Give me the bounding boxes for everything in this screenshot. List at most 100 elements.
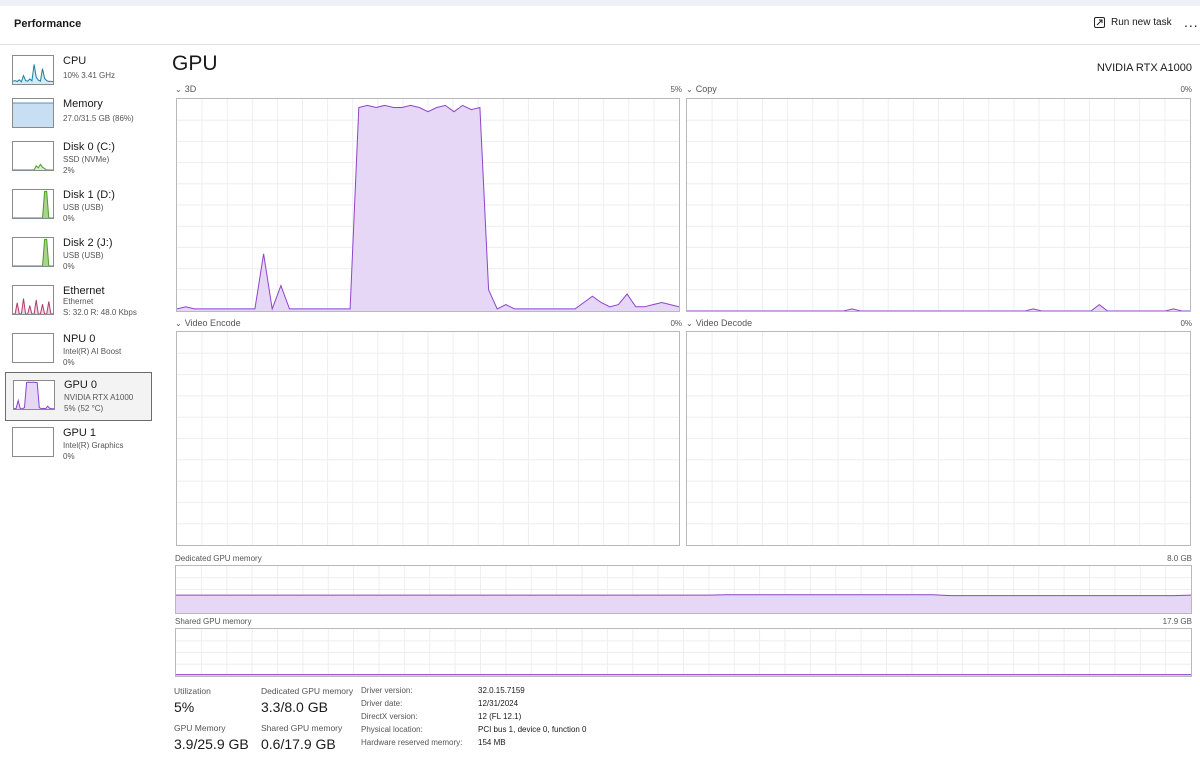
physical-location-label: Physical location:: [361, 725, 423, 734]
engine-video-decode-label: Video Decode: [695, 318, 753, 328]
sidebar-item-title: Disk 0 (C:): [63, 141, 115, 153]
engine-copy-label: Copy: [695, 84, 717, 94]
engine-copy-selector[interactable]: ⌄ Copy: [686, 84, 717, 94]
sidebar-item-detail: 27.0/31.5 GB (86%): [63, 114, 134, 123]
sidebar-item-gpu-1[interactable]: GPU 1 Intel(R) Graphics 0%: [5, 423, 152, 469]
engine-copy-value: 0%: [1180, 85, 1192, 94]
memory-usage-fill: [13, 103, 53, 127]
dedicated-memory-graph: [175, 565, 1192, 614]
sidebar-item-usage: S: 32.0 R: 48.0 Kbps: [63, 308, 137, 317]
shared-gpu-memory-label: Shared GPU memory: [261, 723, 343, 733]
engine-3d-selector[interactable]: ⌄ 3D: [175, 84, 196, 94]
header-bar: Performance Run new task ...: [0, 6, 1200, 45]
sidebar-item-detail: USB (USB): [63, 251, 104, 260]
shared-memory-graph: [175, 628, 1192, 677]
gpu0-thumbnail-graph: [13, 380, 55, 410]
directx-version-label: DirectX version:: [361, 712, 418, 721]
run-task-icon: [1094, 17, 1105, 28]
npu-thumbnail-graph: [12, 333, 54, 363]
gpu-heading: GPU: [172, 52, 218, 75]
sidebar-item-detail: Intel(R) AI Boost: [63, 347, 122, 356]
ethernet-thumbnail-graph: [12, 285, 54, 315]
th-eth-series-line: [13, 298, 53, 314]
engine-3d-graph: [176, 98, 680, 312]
cpu-thumbnail-graph: [12, 55, 54, 85]
shared-gpu-memory-value: 0.6/17.9 GB: [261, 736, 336, 752]
gpu1-thumbnail-graph: [12, 427, 54, 457]
shared-memory-max: 17.9 GB: [1162, 617, 1192, 626]
sidebar-item-detail: Ethernet: [63, 297, 94, 306]
sidebar-item-usage: 0%: [63, 452, 75, 461]
grid-lines: [176, 629, 1191, 676]
sidebar-item-title: NPU 0: [63, 333, 96, 345]
grid-lines: [687, 332, 1190, 545]
sidebar-item-usage: 0%: [63, 214, 75, 223]
page-title: Performance: [14, 18, 82, 30]
sidebar-item-usage: 2%: [63, 166, 75, 175]
sidebar-item-detail: 10% 3.41 GHz: [63, 71, 116, 80]
sidebar-item-title: Memory: [63, 98, 103, 110]
gpu-model-name: NVIDIA RTX A1000: [1096, 62, 1192, 74]
sidebar-item-detail: USB (USB): [63, 203, 104, 212]
grid-lines: [687, 99, 1190, 311]
hardware-reserved-memory-label: Hardware reserved memory:: [361, 738, 463, 747]
utilization-label: Utilization: [174, 686, 211, 696]
sidebar-item-title: CPU: [63, 55, 87, 67]
sidebar-item-disk-2[interactable]: Disk 2 (J:) USB (USB) 0%: [5, 231, 152, 277]
sidebar-item-usage: 5% (52 °C): [64, 404, 104, 413]
engine-video-encode-selector[interactable]: ⌄ Video Encode: [175, 318, 241, 328]
sidebar-item-memory[interactable]: Memory 27.0/31.5 GB (86%): [5, 92, 152, 138]
gpu-memory-value: 3.9/25.9 GB: [174, 736, 249, 752]
chevron-down-icon: ⌄: [686, 85, 693, 94]
sidebar-item-usage: 0%: [63, 358, 75, 367]
sidebar-item-title: Ethernet: [63, 285, 105, 297]
engine-3d-value: 5%: [670, 85, 682, 94]
dedicated-memory-graph-label: Dedicated GPU memory: [175, 554, 262, 563]
sidebar-item-cpu[interactable]: CPU 10% 3.41 GHz: [5, 49, 152, 95]
dedicated-gpu-memory-label: Dedicated GPU memory: [261, 686, 354, 696]
th-disk0-series-line: [13, 163, 53, 170]
sidebar-item-usage: 0%: [63, 262, 75, 271]
sidebar-item-npu-0[interactable]: NPU 0 Intel(R) AI Boost 0%: [5, 327, 152, 373]
sidebar-item-gpu-0[interactable]: GPU 0 NVIDIA RTX A1000 5% (52 °C): [5, 372, 152, 421]
physical-location-value: PCI bus 1, device 0, function 0: [478, 725, 587, 734]
hardware-reserved-memory-value: 154 MB: [478, 738, 506, 747]
engine-copy-graph: [686, 98, 1191, 312]
chevron-down-icon: ⌄: [686, 319, 693, 328]
th-gpu0-series-area: [14, 382, 54, 409]
driver-date-value: 12/31/2024: [478, 699, 519, 708]
sidebar-item-title: Disk 2 (J:): [63, 237, 113, 249]
resource-sidebar: CPU 10% 3.41 GHz Memory 27.0/31.5 GB (86…: [0, 45, 160, 774]
chevron-down-icon: ⌄: [175, 319, 182, 328]
disk2-thumbnail-graph: [12, 237, 54, 267]
grid-lines: [177, 332, 679, 545]
engine-video-decode-value: 0%: [1180, 319, 1192, 328]
engine-video-encode-graph: [176, 331, 680, 546]
memory-thumbnail-graph: [12, 98, 54, 128]
sidebar-item-ethernet[interactable]: Ethernet Ethernet S: 32.0 R: 48.0 Kbps: [5, 279, 152, 325]
sidebar-item-title: GPU 0: [64, 379, 98, 391]
engine-video-decode-selector[interactable]: ⌄ Video Decode: [686, 318, 752, 328]
chevron-down-icon: ⌄: [175, 85, 182, 94]
sidebar-item-title: Disk 1 (D:): [63, 189, 115, 201]
more-options-icon[interactable]: ...: [1184, 14, 1199, 30]
sidebar-item-disk-1[interactable]: Disk 1 (D:) USB (USB) 0%: [5, 183, 152, 229]
utilization-value: 5%: [174, 699, 195, 715]
g-ded-series-area: [176, 594, 1191, 613]
sidebar-item-detail: Intel(R) Graphics: [63, 441, 124, 450]
engine-3d-label: 3D: [184, 84, 197, 94]
dedicated-gpu-memory-value: 3.3/8.0 GB: [261, 699, 328, 715]
sidebar-item-title: GPU 1: [63, 427, 97, 439]
sidebar-item-disk-0[interactable]: Disk 0 (C:) SSD (NVMe) 2%: [5, 135, 152, 181]
driver-version-label: Driver version:: [361, 686, 413, 695]
directx-version-value: 12 (FL 12.1): [478, 712, 522, 721]
engine-video-encode-label: Video Encode: [184, 318, 241, 328]
disk1-thumbnail-graph: [12, 189, 54, 219]
sidebar-item-detail: SSD (NVMe): [63, 155, 110, 164]
engine-video-encode-value: 0%: [670, 319, 682, 328]
run-new-task-button[interactable]: Run new task: [1094, 17, 1172, 28]
th-disk0-series-area: [13, 164, 53, 170]
dedicated-memory-max: 8.0 GB: [1167, 554, 1192, 563]
shared-memory-graph-label: Shared GPU memory: [175, 617, 252, 626]
sidebar-item-detail: NVIDIA RTX A1000: [64, 393, 134, 402]
